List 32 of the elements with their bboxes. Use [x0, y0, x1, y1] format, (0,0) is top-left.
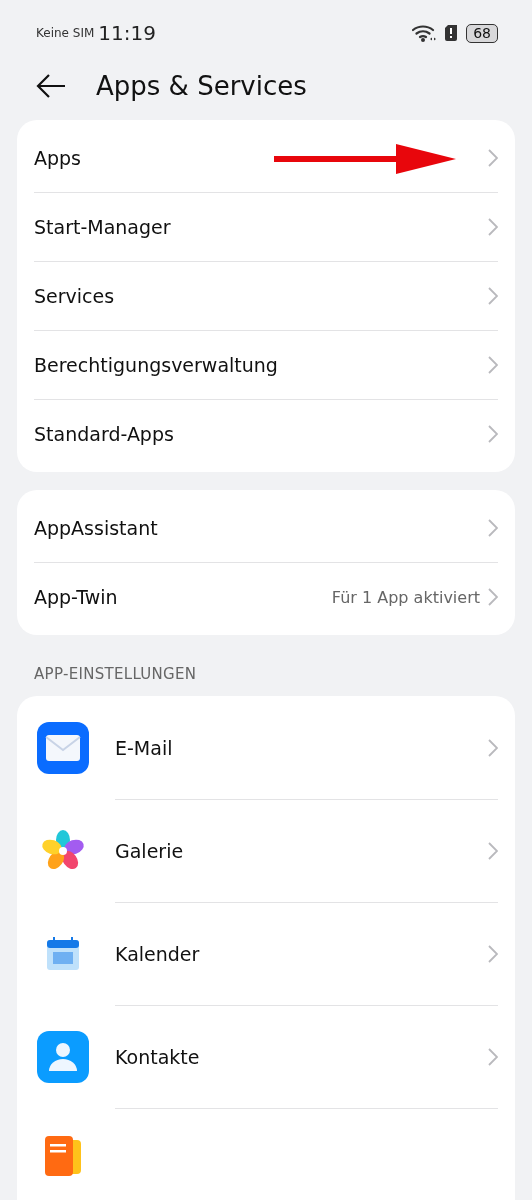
chevron-icon — [488, 218, 498, 236]
settings-item[interactable]: AppAssistant — [34, 494, 498, 562]
wifi-icon — [412, 24, 437, 42]
app-item[interactable]: Kalender — [17, 902, 515, 1005]
settings-item[interactable]: App-Twin Für 1 App aktiviert — [34, 562, 498, 631]
chevron-icon — [488, 945, 498, 963]
contacts-app-icon — [37, 1030, 89, 1083]
app-item[interactable]: Galerie — [17, 799, 515, 902]
back-arrow-icon[interactable] — [36, 73, 66, 99]
page-title: Apps & Services — [96, 71, 307, 101]
app-item[interactable]: Kontakte — [17, 1005, 515, 1108]
chevron-icon — [488, 149, 498, 167]
chevron-icon — [488, 519, 498, 537]
settings-item[interactable]: Services — [34, 261, 498, 330]
chevron-icon — [488, 1048, 498, 1066]
settings-item[interactable]: Berechtigungsverwaltung — [34, 330, 498, 399]
chevron-icon — [488, 356, 498, 374]
clock-time: 11:19 — [98, 21, 156, 45]
carrier-text: Keine SIM — [36, 26, 95, 40]
chevron-icon — [488, 738, 498, 757]
chevron-icon — [488, 425, 498, 443]
app-item[interactable]: E-Mail — [17, 696, 515, 799]
chevron-icon — [488, 287, 498, 305]
mail-app-icon — [37, 721, 89, 774]
settings-item[interactable]: Apps — [34, 124, 498, 192]
chevron-icon — [488, 842, 498, 860]
battery-indicator: 68 — [466, 23, 498, 43]
chevron-icon — [488, 588, 498, 606]
sim-alert-icon — [445, 25, 458, 41]
settings-item[interactable]: Standard-Apps — [34, 399, 498, 468]
section-header: APP-EINSTELLUNGEN — [34, 665, 198, 683]
settings-item[interactable]: Start-Manager — [34, 192, 498, 261]
